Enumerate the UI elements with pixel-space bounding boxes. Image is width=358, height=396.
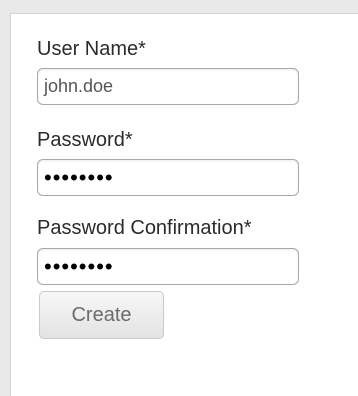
- password-confirmation-label: Password Confirmation*: [37, 217, 252, 239]
- password-label: Password*: [37, 129, 133, 151]
- username-label: User Name*: [37, 38, 146, 60]
- create-button[interactable]: Create: [39, 291, 164, 339]
- password-field[interactable]: ••••••••: [37, 159, 299, 196]
- registration-form: User Name* john.doe Password* •••••••• P…: [10, 13, 358, 396]
- username-field[interactable]: john.doe: [37, 68, 299, 105]
- password-confirmation-field[interactable]: ••••••••: [37, 248, 299, 285]
